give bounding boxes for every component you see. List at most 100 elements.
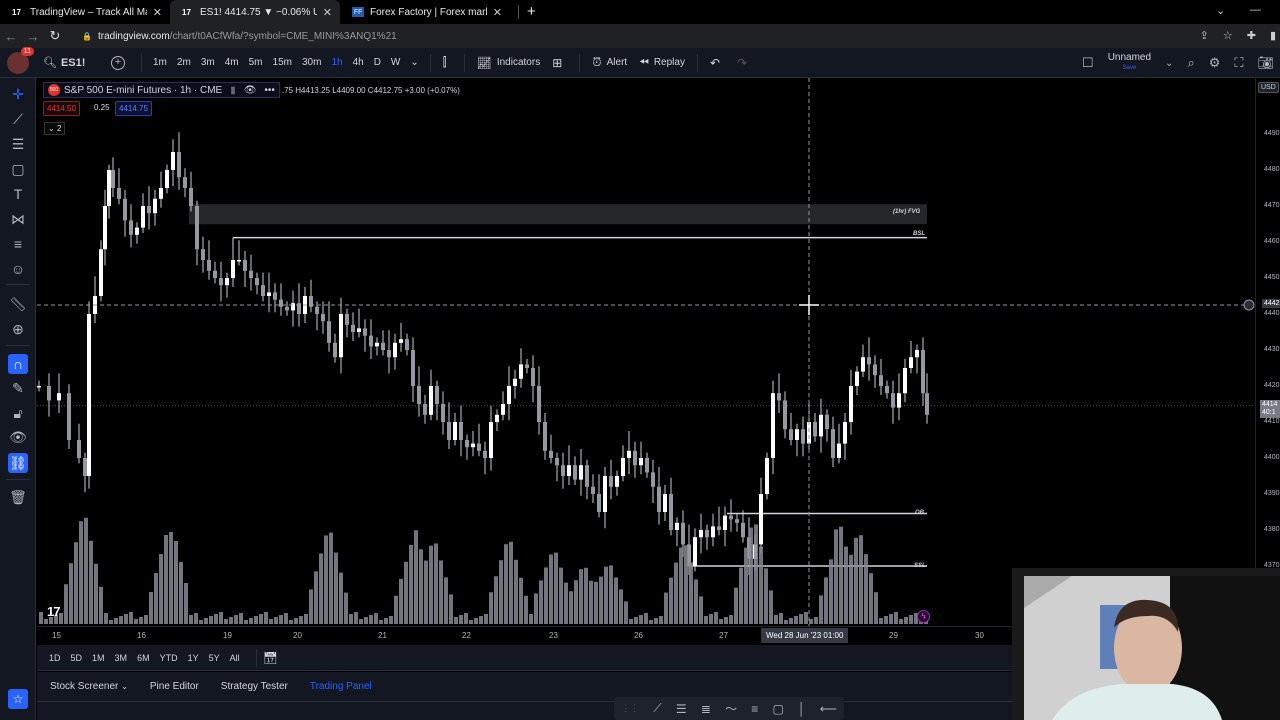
horizontal-ray-icon[interactable]: ⟵ <box>820 702 837 716</box>
minimize-window-icon[interactable]: — <box>1250 4 1261 16</box>
range-6m[interactable]: 6M <box>137 653 150 663</box>
templates-grid-icon[interactable]: ⊞ <box>546 56 573 70</box>
browser-tab-es1[interactable]: 17 ES1! 4414.75 ▼ −0.06% Unnamed ✕ <box>170 0 340 24</box>
parallel-channel-icon[interactable]: ≣ <box>701 702 711 716</box>
range-5y[interactable]: 5Y <box>209 653 220 663</box>
timeframe-dropdown-chevron-icon[interactable]: ⌄ <box>405 57 423 68</box>
alert-button[interactable]: ⏰︎ Alert <box>586 55 633 70</box>
reload-icon[interactable]: ↻ <box>44 28 66 44</box>
price-scale[interactable]: USD 4490 4480 4470 4460 4450 4440 4430 4420 4410… <box>1255 78 1280 626</box>
new-tab-button[interactable]: + <box>518 4 536 19</box>
more-dots-icon[interactable]: ••• <box>264 85 275 96</box>
browser-tab-tradingview[interactable]: 17 TradingView – Track All Markets ✕ <box>0 0 170 24</box>
indicators-collapse-button[interactable]: ⌄ 2 <box>44 122 66 135</box>
close-tab-icon[interactable]: ✕ <box>323 6 332 19</box>
replay-button[interactable]: ⏪︎ Replay <box>633 55 691 70</box>
url-input[interactable]: 🔒 tradingview.com /chart/t0ACfWfa/?symbo… <box>72 26 1212 46</box>
layout-select-square-icon[interactable]: ☐ <box>1082 55 1094 71</box>
lock-drawing-pencil-icon[interactable]: ✎ <box>8 378 28 398</box>
sidepanel-icon[interactable]: ▮ <box>1270 29 1276 42</box>
tab-trading-panel[interactable]: Trading Panel <box>310 681 372 692</box>
lightning-bolt-icon[interactable]: ϟ <box>917 610 930 623</box>
layout-save[interactable]: Save <box>1123 63 1137 73</box>
fib-channel-icon[interactable]: ☰ <box>676 702 687 716</box>
sync-link-icon[interactable]: ⛓︎ <box>8 453 28 473</box>
range-1d[interactable]: 1D <box>49 653 61 663</box>
lock-icon[interactable]: 🔓︎ <box>8 403 28 423</box>
tab-stock-screener[interactable]: Stock Screener ⌄ <box>50 681 128 692</box>
rectangle-icon[interactable]: ▢ <box>8 159 28 179</box>
forward-icon[interactable]: → <box>22 29 44 44</box>
emoji-smiley-icon[interactable]: ☺ <box>8 259 28 279</box>
undo-icon[interactable]: ↶ <box>704 56 731 70</box>
tab-pine-editor[interactable]: Pine Editor <box>150 681 199 692</box>
prediction-icon[interactable]: ≡ <box>8 234 28 254</box>
indicators-button[interactable]: 📈︎ Indicators <box>471 56 547 70</box>
crosshair-icon[interactable]: ✛ <box>8 84 28 104</box>
trash-icon[interactable]: 🗑︎ <box>8 487 28 507</box>
back-icon[interactable]: ← <box>0 29 22 44</box>
vertical-line-icon[interactable]: │ <box>798 702 806 716</box>
range-1m[interactable]: 1M <box>92 653 105 663</box>
timeframe-4h[interactable]: 4h <box>348 57 369 68</box>
pattern-icon[interactable]: ⋈ <box>8 209 28 229</box>
avatar[interactable]: 11 <box>7 46 34 74</box>
layout-name-button[interactable]: Unnamed Save <box>1108 53 1151 73</box>
watchlist-star-icon[interactable]: ☆ <box>8 689 28 709</box>
symbol-search-button[interactable]: 🔍︎ ES1! <box>43 56 105 70</box>
timeframe-5m[interactable]: 5m <box>244 57 268 68</box>
range-all[interactable]: All <box>230 653 240 663</box>
redo-icon[interactable]: ↷ <box>731 56 758 70</box>
candlestick-chart[interactable] <box>37 78 1255 626</box>
share-icon[interactable]: ⇪ <box>1200 29 1209 42</box>
snapshot-camera-icon[interactable]: 📷︎ <box>1257 55 1274 71</box>
timeframe-3m[interactable]: 3m <box>196 57 220 68</box>
timeframe-1h[interactable]: 1h <box>326 57 347 68</box>
path-icon[interactable]: 〜 <box>725 700 737 717</box>
range-1y[interactable]: 1Y <box>188 653 199 663</box>
tab-strategy-tester[interactable]: Strategy Tester <box>221 681 288 692</box>
timeframe-d[interactable]: D <box>369 57 386 68</box>
trend-line-icon[interactable]: ⟋ <box>653 701 661 716</box>
extensions-puzzle-icon[interactable]: ✚ <box>1247 29 1256 42</box>
buy-price-button[interactable]: 4414.75 <box>115 101 152 116</box>
drag-handle-icon[interactable]: ⋮⋮ <box>621 703 639 714</box>
close-tab-icon[interactable]: ✕ <box>153 6 162 19</box>
fullscreen-icon[interactable]: ⛶ <box>1234 55 1243 71</box>
settings-gear-icon[interactable]: ⚙ <box>1209 55 1221 71</box>
close-tab-icon[interactable]: ✕ <box>493 6 502 19</box>
fib-retracement-icon[interactable]: ☰ <box>8 134 28 154</box>
go-to-date-calendar-icon[interactable]: 📅︎ <box>263 651 278 665</box>
chart-canvas[interactable]: 500 S&P 500 E-mini Futures · 1h · CME ▮ … <box>37 78 1255 626</box>
trend-line-icon[interactable]: ⟋ <box>8 109 28 129</box>
magnet-icon[interactable]: ∩ <box>8 354 28 374</box>
range-5d[interactable]: 5D <box>71 653 83 663</box>
timeframe-15m[interactable]: 15m <box>268 57 297 68</box>
rectangle-icon[interactable]: ▢ <box>772 702 783 716</box>
layout-chevron-down-icon[interactable]: ⌄ <box>1165 58 1173 69</box>
currency-label[interactable]: USD <box>1258 82 1279 93</box>
eye-visibility-icon[interactable]: 👁︎ <box>244 85 257 96</box>
range-ytd[interactable]: YTD <box>160 653 178 663</box>
chart-type-candles-icon[interactable]: ⫿ <box>437 55 458 70</box>
symbol-title[interactable]: 500 S&P 500 E-mini Futures · 1h · CME ▮ … <box>43 82 280 98</box>
sell-price-button[interactable]: 4414.50 <box>43 101 80 116</box>
timeframe-30m[interactable]: 30m <box>297 57 326 68</box>
hide-drawings-eye-icon[interactable]: 👁︎ <box>8 427 28 447</box>
flag-icon[interactable]: ▮ <box>230 85 236 96</box>
timeframe-2m[interactable]: 2m <box>172 57 196 68</box>
timeframe-4m[interactable]: 4m <box>220 57 244 68</box>
browser-tab-forexfactory[interactable]: FF Forex Factory | Forex markets for ✕ <box>340 0 510 24</box>
range-3m[interactable]: 3M <box>115 653 128 663</box>
bookmark-star-icon[interactable]: ☆ <box>1223 29 1233 42</box>
text-icon[interactable]: T <box>8 184 28 204</box>
compare-symbol-plus-icon[interactable]: + <box>111 55 125 70</box>
quick-search-icon[interactable]: ⌕ <box>1187 55 1194 71</box>
tab-title: Forex Factory | Forex markets for <box>370 6 487 18</box>
timeframe-1m[interactable]: 1m <box>148 57 172 68</box>
ruler-icon[interactable]: 📏︎ <box>8 294 28 314</box>
zoom-in-icon[interactable]: ⊕ <box>8 319 28 339</box>
tab-search-chevron-icon[interactable]: ⌄ <box>1216 4 1225 17</box>
timeframe-w[interactable]: W <box>386 57 405 68</box>
horizontal-lines-icon[interactable]: ≡ <box>751 702 758 716</box>
